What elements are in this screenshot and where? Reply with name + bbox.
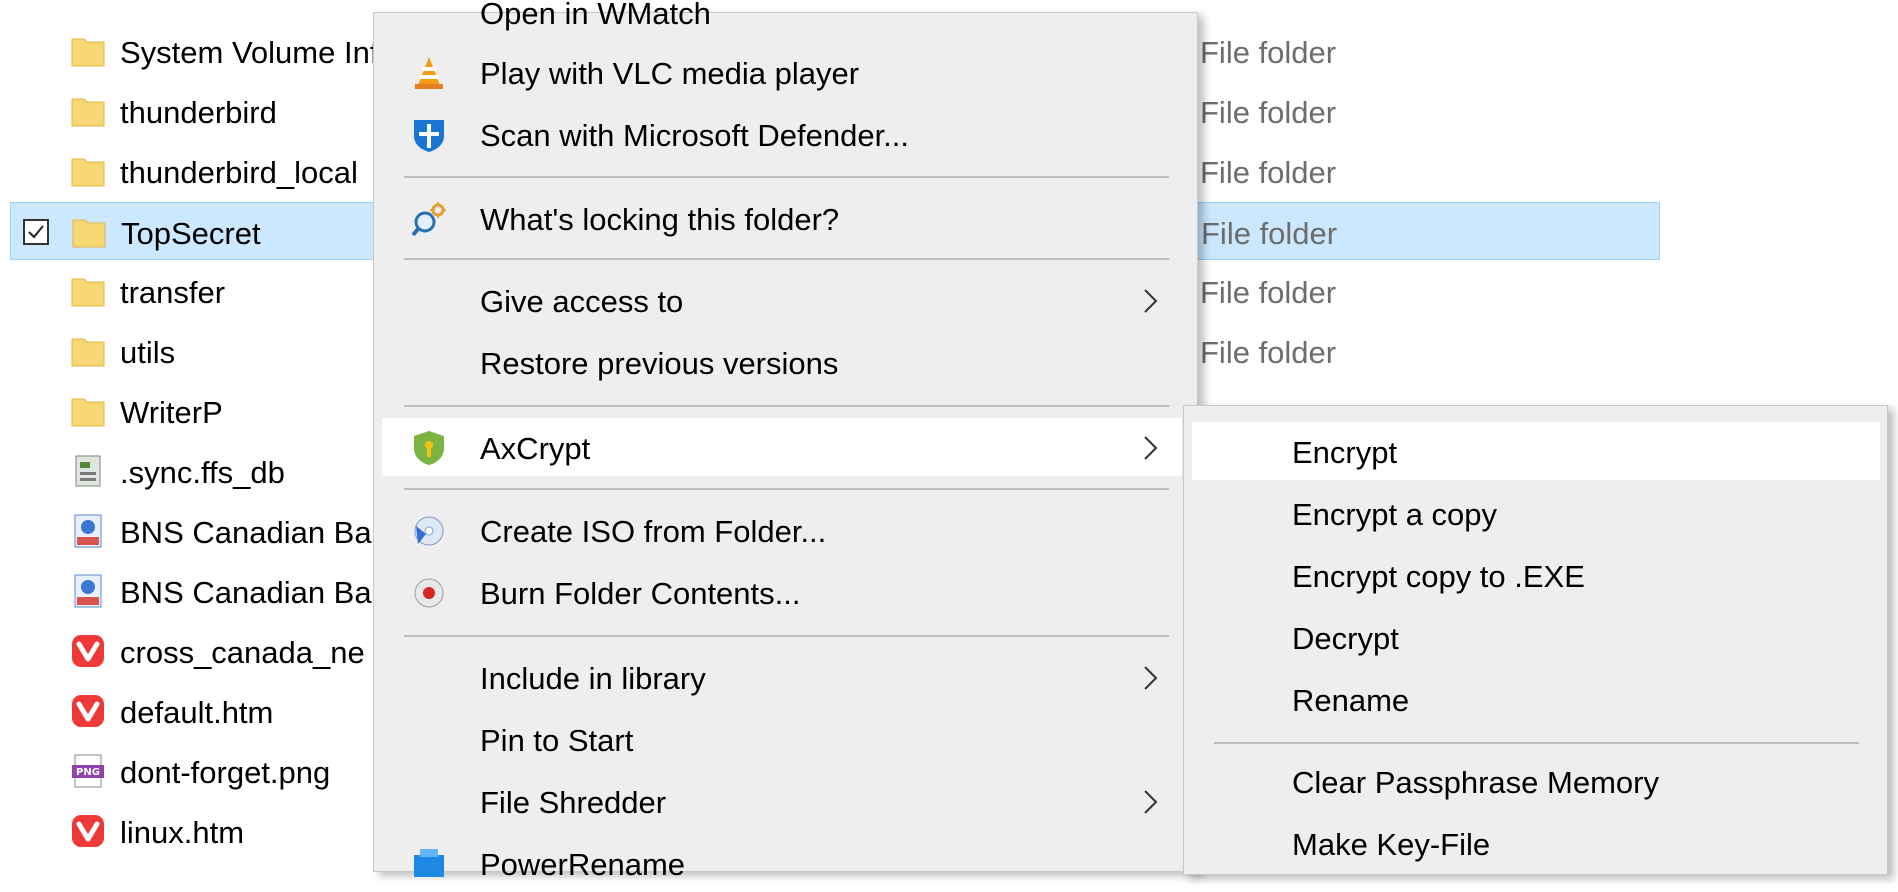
file-type: File folder [1201, 216, 1338, 251]
file-type: File folder [1200, 275, 1337, 310]
menu-label: Open in WMatch [480, 0, 711, 31]
file-name: utils [120, 335, 176, 370]
submenu-label: Encrypt copy to .EXE [1292, 559, 1585, 594]
file-type: File folder [1200, 155, 1337, 190]
file-name: thunderbird [120, 95, 277, 130]
menu-item-scan-defender[interactable]: Scan with Microsoft Defender... [382, 105, 1182, 163]
file-name: linux.htm [120, 815, 245, 850]
file-type: File folder [1200, 335, 1337, 370]
png-file-icon: PNG [70, 753, 106, 789]
burn-disc-icon [410, 574, 448, 612]
svg-text:PNG: PNG [76, 767, 100, 778]
menu-item-create-iso[interactable]: Create ISO from Folder... [382, 501, 1182, 559]
file-name: TopSecret [121, 216, 261, 251]
menu-label: PowerRename [480, 847, 686, 882]
iso-icon [410, 512, 448, 550]
pdf-file-icon [70, 573, 106, 609]
submenu-item-encrypt-copy-exe[interactable]: Encrypt copy to .EXE [1192, 546, 1880, 604]
database-file-icon [70, 453, 106, 489]
menu-label: Restore previous versions [480, 346, 839, 381]
menu-item-file-shredder[interactable]: File Shredder [382, 772, 1182, 830]
powerrename-icon [410, 845, 448, 883]
context-menu: Open in WMatch Play with VLC media playe… [373, 0, 1198, 882]
vlc-icon [410, 54, 448, 92]
submenu-item-decrypt[interactable]: Decrypt [1192, 608, 1880, 666]
menu-item-play-vlc[interactable]: Play with VLC media player [382, 43, 1182, 101]
file-name: thunderbird_local [120, 155, 358, 190]
chevron-right-icon [1142, 664, 1160, 697]
axcrypt-submenu: Encrypt Encrypt a copy Encrypt copy to .… [1183, 405, 1888, 875]
menu-label: AxCrypt [480, 431, 591, 466]
menu-item-whats-locking[interactable]: What's locking this folder? [382, 189, 1182, 247]
chevron-right-icon [1142, 287, 1160, 320]
menu-item-include-library[interactable]: Include in library [382, 648, 1182, 706]
folder-icon [70, 93, 106, 129]
file-name: transfer [120, 275, 226, 310]
menu-separator [404, 635, 1169, 637]
chevron-right-icon [1142, 788, 1160, 821]
axcrypt-icon [410, 429, 448, 467]
menu-label: Include in library [480, 661, 706, 696]
menu-label: Create ISO from Folder... [480, 514, 827, 549]
menu-item-give-access[interactable]: Give access to [382, 271, 1182, 329]
menu-label: File Shredder [480, 785, 667, 820]
submenu-item-encrypt[interactable]: Encrypt [1192, 422, 1880, 480]
submenu-label: Make Key-File [1292, 827, 1491, 862]
menu-label: Give access to [480, 284, 684, 319]
menu-label: What's locking this folder? [480, 202, 840, 237]
folder-icon [70, 333, 106, 369]
file-name: default.htm [120, 695, 274, 730]
submenu-item-encrypt-copy[interactable]: Encrypt a copy [1192, 484, 1880, 542]
file-name: .sync.ffs_db [120, 455, 285, 490]
menu-item-restore-previous[interactable]: Restore previous versions [382, 333, 1182, 391]
file-name: cross_canada_ne [120, 635, 365, 670]
pdf-file-icon [70, 513, 106, 549]
menu-label: Play with VLC media player [480, 56, 860, 91]
defender-shield-icon [410, 116, 448, 154]
menu-separator [404, 488, 1169, 490]
submenu-label: Clear Passphrase Memory [1292, 765, 1659, 800]
file-name: dont-forget.png [120, 755, 331, 790]
submenu-separator [1214, 742, 1859, 744]
menu-separator [404, 405, 1169, 407]
file-type: File folder [1200, 95, 1337, 130]
vivaldi-html-icon [70, 693, 106, 729]
submenu-item-rename[interactable]: Rename [1192, 670, 1880, 728]
file-name: BNS Canadian Ba [120, 575, 372, 610]
menu-separator [404, 176, 1169, 178]
menu-item-burn-folder[interactable]: Burn Folder Contents... [382, 563, 1182, 621]
menu-label: Burn Folder Contents... [480, 576, 801, 611]
menu-item-open-in-wmatch[interactable]: Open in WMatch [382, 0, 1182, 41]
submenu-label: Decrypt [1292, 621, 1399, 656]
folder-icon [70, 273, 106, 309]
file-name: BNS Canadian Ba [120, 515, 372, 550]
folder-icon [70, 393, 106, 429]
chevron-right-icon [1142, 434, 1160, 467]
folder-icon [70, 33, 106, 69]
menu-separator [404, 258, 1169, 260]
menu-item-pin-to-start[interactable]: Pin to Start [382, 710, 1182, 768]
vivaldi-html-icon [70, 633, 106, 669]
menu-item-powerrename[interactable]: PowerRename [382, 834, 1182, 892]
submenu-label: Encrypt [1292, 435, 1398, 470]
submenu-item-clear-passphrase[interactable]: Clear Passphrase Memory [1192, 752, 1880, 810]
menu-label: Pin to Start [480, 723, 634, 758]
folder-icon [71, 214, 107, 250]
file-type: File folder [1200, 35, 1337, 70]
lock-search-icon [410, 200, 448, 238]
menu-label: Scan with Microsoft Defender... [480, 118, 910, 153]
submenu-label: Rename [1292, 683, 1410, 718]
row-checkbox[interactable] [23, 219, 49, 245]
folder-icon [70, 153, 106, 189]
file-name: WriterP [120, 395, 223, 430]
submenu-label: Encrypt a copy [1292, 497, 1498, 532]
vivaldi-html-icon [70, 813, 106, 849]
submenu-item-make-key-file[interactable]: Make Key-File [1192, 814, 1880, 872]
menu-item-axcrypt[interactable]: AxCrypt [382, 418, 1182, 476]
